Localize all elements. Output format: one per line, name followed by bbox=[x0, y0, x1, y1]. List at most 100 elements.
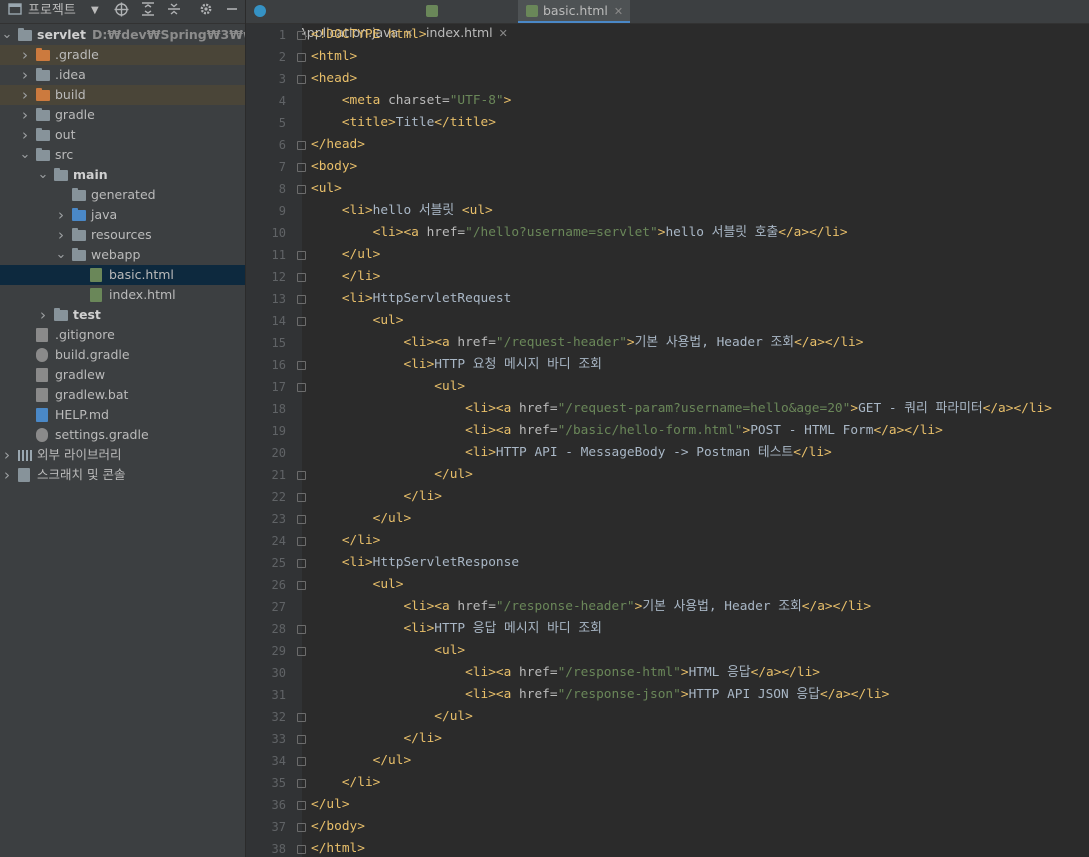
code-line[interactable]: <!DOCTYPE html> bbox=[311, 24, 427, 46]
code-line[interactable]: <li>HTTP 요청 메시지 바디 조회 bbox=[311, 354, 601, 376]
code-line[interactable]: </body> bbox=[311, 816, 365, 838]
code-line[interactable]: <html> bbox=[311, 46, 357, 68]
tree-item[interactable]: › gradle bbox=[0, 105, 245, 125]
code-line[interactable]: <meta charset="UTF-8"> bbox=[311, 90, 512, 112]
tree-item[interactable]: › test bbox=[0, 305, 245, 325]
code-token: href= bbox=[457, 335, 496, 350]
code-line[interactable]: <head> bbox=[311, 68, 357, 90]
code-token: 기본 사용법, Header 조회 bbox=[642, 599, 802, 614]
chevron-right-icon[interactable]: › bbox=[55, 225, 67, 245]
tree-item[interactable]: gradlew.bat bbox=[0, 385, 245, 405]
chevron-right-icon[interactable]: › bbox=[19, 65, 31, 85]
tree-item[interactable]: › out bbox=[0, 125, 245, 145]
code-line[interactable]: <li><a href="/response-html">HTML 응답</a>… bbox=[311, 662, 820, 684]
code-line[interactable]: </li> bbox=[311, 486, 442, 508]
chevron-right-icon[interactable]: › bbox=[19, 125, 31, 145]
minimize-icon[interactable] bbox=[226, 0, 238, 23]
tree-item[interactable]: settings.gradle bbox=[0, 425, 245, 445]
tree-item[interactable]: › .idea bbox=[0, 65, 245, 85]
chevron-down-icon[interactable]: ⌄ bbox=[19, 145, 31, 165]
chevron-down-icon[interactable]: ⌄ bbox=[37, 165, 49, 185]
code-line[interactable]: <li><a href="/response-header">기본 사용법, H… bbox=[311, 596, 871, 618]
code-line[interactable]: </li> bbox=[311, 266, 381, 288]
editor-tab[interactable]: index.html ✕ bbox=[418, 0, 524, 40]
code-token: <li><a bbox=[465, 423, 520, 438]
editor-tab[interactable]: basic.html ✕ bbox=[518, 0, 630, 23]
tree-item[interactable]: gradlew bbox=[0, 365, 245, 385]
code-line[interactable]: <li><a href="/hello?username=servlet">he… bbox=[311, 222, 848, 244]
tree-item[interactable]: generated bbox=[0, 185, 245, 205]
chevron-right-icon[interactable]: › bbox=[37, 305, 49, 325]
code-line[interactable]: <li>hello 서블릿 <ul> bbox=[311, 200, 493, 222]
tree-item[interactable]: basic.html bbox=[0, 265, 245, 285]
chevron-right-icon[interactable]: › bbox=[1, 465, 13, 485]
tree-item[interactable]: ⌄ main bbox=[0, 165, 245, 185]
code-line[interactable]: <li><a href="/request-param?username=hel… bbox=[311, 398, 1052, 420]
tree-item[interactable]: HELP.md bbox=[0, 405, 245, 425]
tree-item[interactable]: .gitignore bbox=[0, 325, 245, 345]
code-line[interactable]: <ul> bbox=[311, 376, 465, 398]
editor-area: ServletApplication.java ✕ index.html ✕ basic… bbox=[246, 0, 1089, 857]
code-line[interactable]: </li> bbox=[311, 530, 381, 552]
tree-item[interactable]: ⌄ webapp bbox=[0, 245, 245, 265]
tree-item-label: generated bbox=[91, 187, 156, 202]
code-line[interactable]: <li>HTTP 응답 메시지 바디 조회 bbox=[311, 618, 601, 640]
code-line[interactable]: </ul> bbox=[311, 508, 412, 530]
code-token: <li> bbox=[341, 203, 373, 218]
chevron-right-icon[interactable]: › bbox=[19, 85, 31, 105]
expand-all-icon[interactable] bbox=[141, 0, 155, 23]
chevron-right-icon[interactable]: › bbox=[1, 445, 13, 465]
tree-item[interactable]: › 외부 라이브러리 bbox=[0, 445, 245, 465]
gradle-file-icon bbox=[36, 428, 48, 442]
gear-icon[interactable] bbox=[199, 0, 213, 23]
code-token: </li> bbox=[341, 775, 381, 790]
code-line[interactable]: </ul> bbox=[311, 706, 473, 728]
tree-item[interactable]: › java bbox=[0, 205, 245, 225]
code-line[interactable]: <ul> bbox=[311, 640, 465, 662]
code-line[interactable]: <ul> bbox=[311, 574, 404, 596]
code-line[interactable]: <ul> bbox=[311, 310, 404, 332]
tree-item[interactable]: › .gradle bbox=[0, 45, 245, 65]
chevron-down-icon[interactable]: ⌄ bbox=[1, 25, 13, 45]
chevron-right-icon[interactable]: › bbox=[55, 205, 67, 225]
code-line[interactable]: <body> bbox=[311, 156, 357, 178]
code-editor[interactable]: <!DOCTYPE html> <html> <head> <meta charse… bbox=[302, 24, 1089, 857]
code-token: <li> bbox=[403, 621, 435, 636]
tree-item[interactable]: › resources bbox=[0, 225, 245, 245]
code-line[interactable]: <li>HttpServletResponse bbox=[311, 552, 519, 574]
code-token: </li> bbox=[793, 445, 832, 460]
tree-item[interactable]: index.html bbox=[0, 285, 245, 305]
tree-item[interactable]: ⌄ src bbox=[0, 145, 245, 165]
code-line[interactable]: </li> bbox=[311, 728, 442, 750]
tree-item-label: test bbox=[73, 307, 101, 322]
tree-item[interactable]: ⌄ servletD:₩dev₩Spring₩3₩workspace bbox=[0, 25, 245, 45]
code-line[interactable]: </ul> bbox=[311, 750, 412, 772]
code-line[interactable]: </head> bbox=[311, 134, 365, 156]
code-line[interactable]: </li> bbox=[311, 772, 381, 794]
code-line[interactable]: <li>HttpServletRequest bbox=[311, 288, 512, 310]
code-line[interactable]: <li><a href="/request-header">기본 사용법, He… bbox=[311, 332, 863, 354]
code-line[interactable]: <li><a href="/response-json">HTTP API JS… bbox=[311, 684, 889, 706]
code-line[interactable]: </html> bbox=[311, 838, 365, 857]
code-line[interactable]: <li><a href="/basic/hello-form.html">POS… bbox=[311, 420, 943, 442]
collapse-all-icon[interactable] bbox=[167, 0, 181, 23]
locate-icon[interactable] bbox=[114, 0, 129, 23]
tree-item[interactable]: build.gradle bbox=[0, 345, 245, 365]
chevron-right-icon[interactable]: › bbox=[19, 45, 31, 65]
chevron-down-icon[interactable]: ▼ bbox=[91, 0, 99, 23]
code-line[interactable]: </ul> bbox=[311, 244, 381, 266]
project-view-icon[interactable] bbox=[8, 0, 22, 23]
code-line[interactable]: <ul> bbox=[311, 178, 342, 200]
tree-item[interactable]: › 스크래치 및 콘솔 bbox=[0, 465, 245, 485]
chevron-down-icon[interactable]: ⌄ bbox=[55, 245, 67, 265]
code-line[interactable]: <li>HTTP API - MessageBody -> Postman 테스… bbox=[311, 442, 832, 464]
project-view-label[interactable]: 프로젝트 bbox=[28, 0, 76, 23]
close-icon[interactable]: ✕ bbox=[614, 5, 623, 18]
chevron-right-icon[interactable]: › bbox=[19, 105, 31, 125]
code-line[interactable]: </ul> bbox=[311, 464, 473, 486]
code-line[interactable]: </ul> bbox=[311, 794, 350, 816]
editor-tab[interactable]: ServletApplication.java ✕ bbox=[246, 0, 424, 40]
code-line[interactable]: <title>Title</title> bbox=[311, 112, 496, 134]
tree-item[interactable]: › build bbox=[0, 85, 245, 105]
